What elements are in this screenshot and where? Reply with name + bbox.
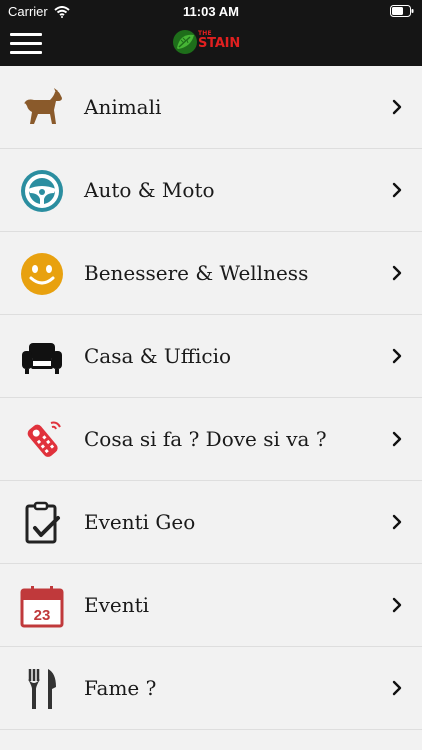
category-row-animali[interactable]: Animali xyxy=(0,66,422,149)
steering-wheel-icon xyxy=(20,169,64,213)
menu-bar-line xyxy=(10,51,42,54)
status-bar: Carrier 11:03 AM xyxy=(0,0,422,22)
category-list: Animali Auto & Moto Benessere & Wellness… xyxy=(0,66,422,730)
status-time: 11:03 AM xyxy=(183,4,239,19)
battery-icon xyxy=(390,5,414,17)
category-row-eventi[interactable]: 23 Eventi xyxy=(0,564,422,647)
category-label: Fame ? xyxy=(84,676,157,700)
category-row-cosa-si-fa[interactable]: Cosa si fa ? Dove si va ? xyxy=(0,398,422,481)
logo-leaf-icon xyxy=(173,30,197,54)
category-label: Benessere & Wellness xyxy=(84,261,309,285)
remote-control-icon xyxy=(20,418,64,462)
chevron-right-icon xyxy=(392,680,402,696)
chevron-right-icon xyxy=(392,597,402,613)
top-bar: Carrier 11:03 AM THE STAIN xyxy=(0,0,422,66)
menu-bar-line xyxy=(10,33,42,36)
menu-button[interactable] xyxy=(10,33,42,54)
menu-bar-line xyxy=(10,42,42,45)
list-bottom-edge xyxy=(0,735,422,750)
clipboard-check-icon xyxy=(20,501,64,545)
calendar-day: 23 xyxy=(34,607,51,624)
calendar-icon: 23 xyxy=(20,584,64,628)
logo-text: STAIN xyxy=(198,36,240,51)
chevron-right-icon xyxy=(392,265,402,281)
category-row-casa-ufficio[interactable]: Casa & Ufficio xyxy=(0,315,422,398)
category-row-benessere[interactable]: Benessere & Wellness xyxy=(0,232,422,315)
category-label: Animali xyxy=(84,95,162,119)
chevron-right-icon xyxy=(392,514,402,530)
chevron-right-icon xyxy=(392,431,402,447)
chevron-right-icon xyxy=(392,348,402,364)
fork-knife-icon xyxy=(20,667,64,711)
chevron-right-icon xyxy=(392,182,402,198)
category-label: Eventi xyxy=(84,593,150,617)
category-label: Cosa si fa ? Dove si va ? xyxy=(84,427,327,451)
category-row-auto-moto[interactable]: Auto & Moto xyxy=(0,149,422,232)
category-row-eventi-geo[interactable]: Eventi Geo xyxy=(0,481,422,564)
smiley-icon xyxy=(20,252,64,296)
dog-icon xyxy=(20,86,64,130)
category-label: Auto & Moto xyxy=(84,178,215,202)
category-label: Eventi Geo xyxy=(84,510,196,534)
app-logo: THE STAIN xyxy=(172,28,248,58)
armchair-icon xyxy=(20,335,64,379)
chevron-right-icon xyxy=(392,99,402,115)
category-label: Casa & Ufficio xyxy=(84,344,232,368)
category-row-fame[interactable]: Fame ? xyxy=(0,647,422,730)
